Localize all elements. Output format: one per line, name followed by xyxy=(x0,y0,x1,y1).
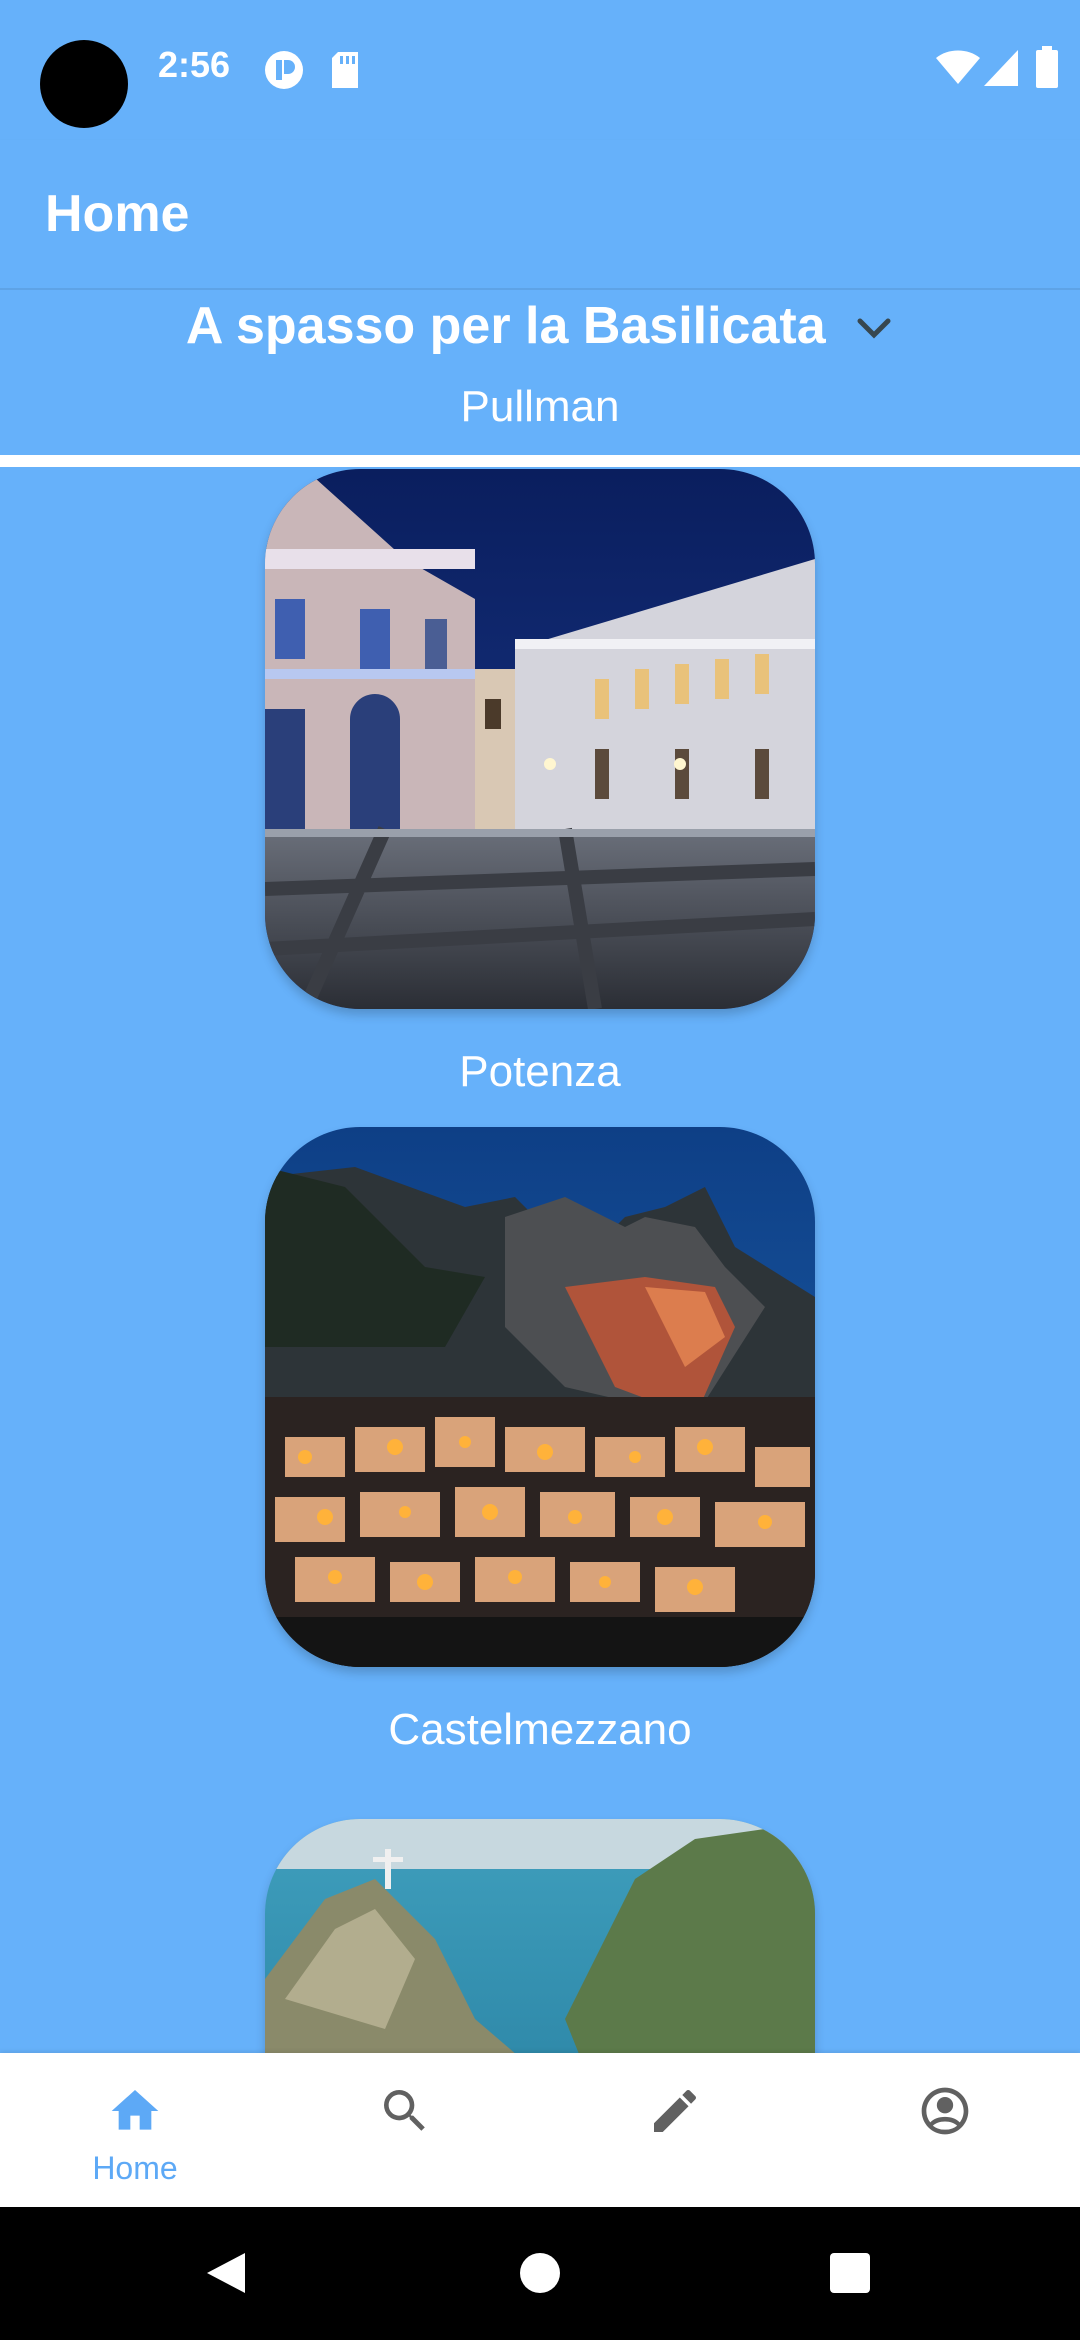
app-bar: Home xyxy=(0,140,1080,290)
nav-edit[interactable] xyxy=(540,2053,810,2207)
home-button-icon[interactable] xyxy=(520,2253,560,2293)
tour-header[interactable]: A spasso per la Basilicata Pullman xyxy=(0,290,1080,450)
page-title: Home xyxy=(45,185,190,243)
coast-photo xyxy=(265,1819,815,2053)
city-card-potenza[interactable]: Potenza xyxy=(265,469,815,1097)
nav-home-label: Home xyxy=(92,2150,178,2186)
city-list[interactable]: Potenza Castelmezzano xyxy=(0,467,1080,2053)
back-icon[interactable] xyxy=(205,2251,247,2295)
tour-title: A spasso per la Basilicata xyxy=(185,297,826,355)
chevron-down-icon[interactable] xyxy=(854,315,894,343)
wifi-icon xyxy=(936,50,980,84)
account-icon xyxy=(921,2087,969,2135)
recents-icon[interactable] xyxy=(830,2253,870,2293)
sdcard-icon xyxy=(332,52,358,88)
castelmezzano-photo xyxy=(265,1127,815,1667)
edit-icon xyxy=(654,2089,697,2132)
nav-search[interactable] xyxy=(270,2053,540,2207)
nav-home[interactable]: Home xyxy=(0,2053,270,2207)
nav-account[interactable] xyxy=(810,2053,1080,2207)
city-image[interactable] xyxy=(265,1819,815,2053)
battery-icon xyxy=(1036,46,1058,88)
city-card-castelmezzano[interactable]: Castelmezzano xyxy=(265,1127,815,1755)
city-name: Potenza xyxy=(459,1047,621,1096)
home-icon xyxy=(111,2090,159,2130)
divider xyxy=(0,455,1080,467)
status-time: 2:56 xyxy=(158,44,231,85)
search-icon xyxy=(384,2090,425,2131)
status-bar: 2:56 xyxy=(0,0,1080,140)
potenza-photo xyxy=(265,469,815,1009)
media-icon xyxy=(265,51,303,89)
city-image[interactable] xyxy=(265,1127,815,1667)
city-name: Castelmezzano xyxy=(388,1705,692,1754)
tour-subtitle: Pullman xyxy=(460,382,620,431)
bottom-navigation: Home xyxy=(0,2053,1080,2207)
tour-title-row[interactable]: A spasso per la Basilicata xyxy=(0,296,1080,356)
city-image[interactable] xyxy=(265,469,815,1009)
city-card-third[interactable] xyxy=(265,1819,815,2053)
system-navigation-bar xyxy=(0,2207,1080,2340)
signal-icon xyxy=(984,50,1018,86)
camera-cutout xyxy=(40,40,128,128)
